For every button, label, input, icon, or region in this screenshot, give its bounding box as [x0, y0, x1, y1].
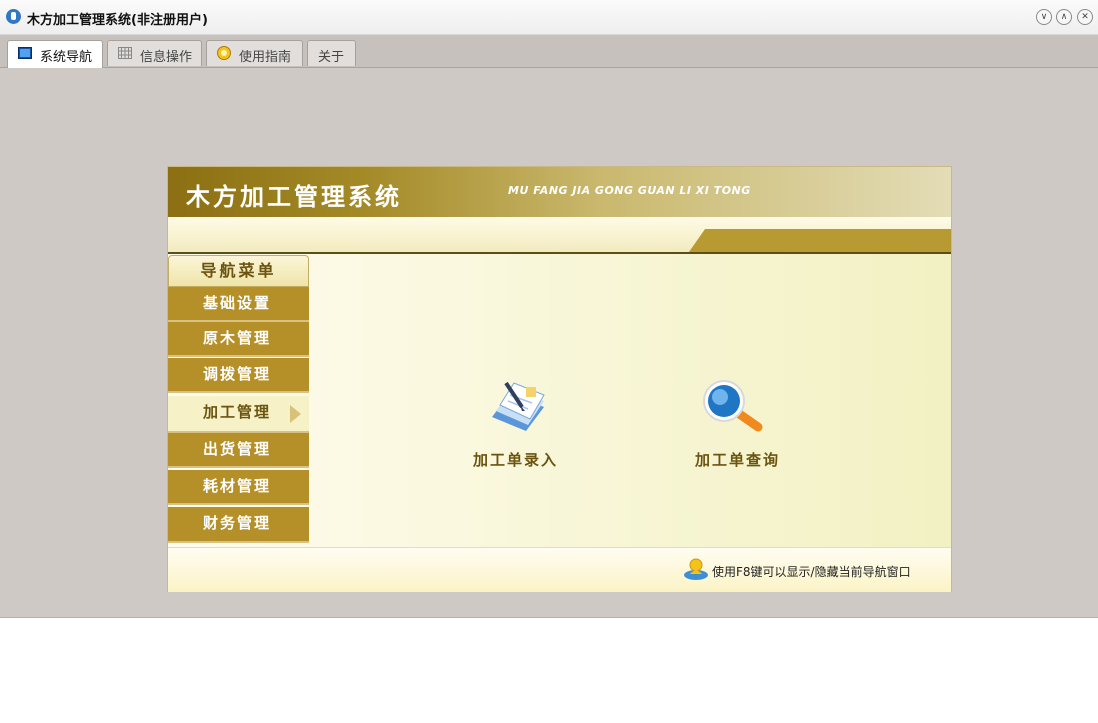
nav-item-shipping-management[interactable]: 出货管理: [168, 433, 309, 468]
f8-tip-text: 使用F8键可以显示/隐藏当前导航窗口: [712, 565, 911, 579]
banner: 木方加工管理系统 MU FANG JIA GONG GUAN LI XI TON…: [168, 167, 951, 217]
nav-item-log-management[interactable]: 原木管理: [168, 322, 309, 357]
tab-label: 系统导航: [40, 50, 93, 65]
navigation-panel: 木方加工管理系统 MU FANG JIA GONG GUAN LI XI TON…: [167, 166, 952, 592]
nav-item-transfer-management[interactable]: 调拨管理: [168, 358, 309, 393]
nav-item-label: 财务管理: [203, 514, 272, 532]
maximize-icon[interactable]: ∧: [1056, 9, 1072, 25]
tab-user-guide[interactable]: 使用指南: [206, 40, 303, 66]
footer-bar: 使用F8键可以显示/隐藏当前导航窗口: [168, 547, 951, 592]
nav-item-label: 基础设置: [203, 294, 272, 312]
guide-icon: [217, 46, 231, 60]
grid-icon: [118, 47, 132, 59]
active-arrow-icon: [290, 405, 301, 423]
banner-gold-strip: [711, 229, 951, 252]
func-label: 加工单录入: [473, 451, 559, 469]
magnifier-icon: [703, 380, 763, 432]
processing-order-query-button[interactable]: 加工单查询: [688, 377, 798, 477]
nav-item-finance-management[interactable]: 财务管理: [168, 507, 309, 543]
nav-item-processing-management[interactable]: 加工管理: [168, 396, 309, 433]
nav-item-basic-settings[interactable]: 基础设置: [168, 287, 309, 322]
minimize-icon[interactable]: ∨: [1036, 9, 1052, 25]
tab-label: 关于: [318, 50, 345, 65]
document-edit-icon: [492, 381, 545, 431]
nav-item-label: 加工管理: [203, 403, 272, 421]
tab-info-operation[interactable]: 信息操作: [107, 40, 202, 66]
tab-system-navigation[interactable]: 系统导航: [7, 40, 103, 68]
app-logo-icon: [6, 9, 21, 24]
tab-about[interactable]: 关于: [307, 40, 356, 66]
func-label: 加工单查询: [695, 451, 781, 469]
main-frame: 系统导航 信息操作 使用指南 关于 木方加工管理系统 MU FANG JIA G…: [0, 35, 1098, 618]
nav-menu-header: 导航菜单: [168, 255, 309, 287]
window-title: 木方加工管理系统(非注册用户): [27, 13, 208, 28]
user-tip-icon: [684, 558, 708, 580]
close-icon[interactable]: ✕: [1077, 9, 1093, 25]
monitor-icon: [18, 47, 32, 59]
nav-item-label: 调拨管理: [203, 365, 272, 383]
processing-order-entry-button[interactable]: 加工单录入: [468, 377, 578, 477]
tab-strip: 系统导航 信息操作 使用指南 关于: [0, 35, 1098, 68]
nav-item-label: 原木管理: [203, 329, 272, 347]
nav-item-label: 出货管理: [203, 440, 272, 458]
system-subtitle: MU FANG JIA GONG GUAN LI XI TONG: [508, 184, 751, 197]
tab-label: 使用指南: [239, 50, 292, 65]
system-title: 木方加工管理系统: [186, 183, 402, 211]
nav-item-label: 耗材管理: [203, 477, 272, 495]
nav-item-consumables-management[interactable]: 耗材管理: [168, 470, 309, 505]
tab-label: 信息操作: [140, 50, 193, 65]
title-bar: 木方加工管理系统(非注册用户) ∨ ∧ ✕: [0, 0, 1098, 35]
